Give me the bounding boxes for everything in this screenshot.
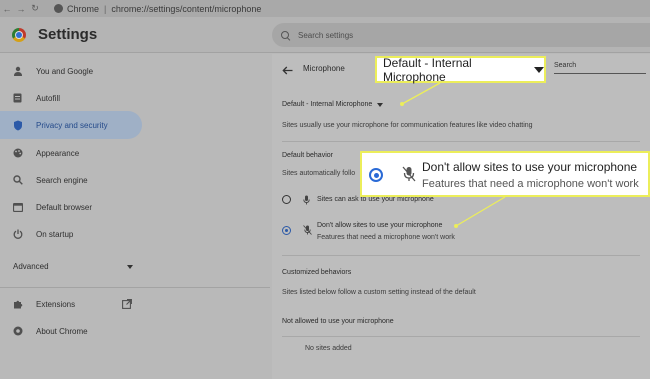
microphone-settings-card: Microphone Search Default - Internal Mic… — [272, 54, 650, 379]
microphone-off-icon — [303, 225, 312, 237]
back-arrow-icon[interactable]: ← — [0, 4, 14, 14]
usage-note: Sites usually use your microphone for co… — [282, 122, 533, 129]
back-arrow-icon[interactable] — [282, 62, 293, 80]
sidebar-item-extensions[interactable]: Extensions — [0, 290, 145, 318]
sidebar-item-about-chrome[interactable]: About Chrome — [0, 317, 142, 345]
callout-block-option: Don't allow sites to use your microphone… — [360, 151, 650, 197]
shield-icon — [12, 120, 23, 131]
sidebar-item-on-startup[interactable]: On startup — [0, 220, 142, 248]
callout-block-subtitle: Features that need a microphone won't wo… — [422, 178, 639, 190]
settings-header: Settings Search settings — [0, 17, 650, 53]
page-search-label[interactable]: Search — [554, 62, 576, 69]
microphone-page-title: Microphone — [303, 64, 345, 73]
sidebar-item-autofill[interactable]: Autofill — [0, 84, 142, 112]
allow-option-label: Sites can ask to use your microphone — [317, 196, 434, 203]
chrome-logo-icon — [12, 28, 26, 42]
divider — [282, 336, 640, 337]
search-icon — [281, 30, 290, 40]
default-behavior-heading: Default behavior — [282, 152, 333, 159]
sidebar-item-label: Appearance — [36, 148, 80, 158]
block-option-title: Don't allow sites to use your microphone — [317, 222, 443, 229]
sidebar-item-appearance[interactable]: Appearance — [0, 139, 142, 167]
url-path[interactable]: chrome://settings/content/microphone — [111, 4, 261, 14]
advanced-label: Advanced — [13, 262, 49, 271]
autofill-icon — [12, 93, 23, 104]
sidebar-item-label: You and Google — [36, 66, 94, 76]
search-placeholder: Search settings — [298, 30, 354, 40]
sidebar-item-label: On startup — [36, 229, 74, 239]
sidebar-item-privacy-and-security[interactable]: Privacy and security — [0, 111, 142, 139]
microphone-device-select[interactable]: Default - Internal Microphone — [282, 101, 384, 108]
divider — [282, 141, 640, 142]
no-sites-text: No sites added — [305, 345, 352, 352]
search-icon — [12, 175, 23, 186]
address-bar[interactable]: ← → ↻ Chrome | chrome://settings/content… — [0, 0, 650, 17]
palette-icon — [12, 148, 23, 159]
customized-note: Sites listed below follow a custom setti… — [282, 289, 476, 296]
puzzle-icon — [12, 299, 23, 310]
default-behavior-note: Sites automatically follo — [282, 170, 356, 177]
sidebar-item-label: Privacy and security — [36, 120, 108, 130]
url-separator: | — [104, 3, 107, 14]
not-allowed-heading: Not allowed to use your microphone — [282, 318, 394, 325]
sidebar-item-search-engine[interactable]: Search engine — [0, 166, 142, 194]
sidebar-item-label: Extensions — [36, 299, 76, 309]
page-title: Settings — [38, 26, 98, 43]
sidebar-item-label: Autofill — [36, 93, 61, 103]
callout-device-select-text: Default - Internal Microphone — [383, 55, 472, 84]
sidebar-item-label: Search engine — [36, 175, 88, 185]
search-settings-input[interactable]: Search settings — [272, 23, 650, 47]
reload-icon[interactable]: ↻ — [28, 3, 42, 14]
browser-icon — [12, 202, 23, 213]
sidebar: You and Google Autofill Privacy and secu… — [0, 54, 270, 379]
customized-heading: Customized behaviors — [282, 269, 352, 276]
callout-device-select: Default - Internal Microphone — [375, 55, 546, 84]
device-select-value: Default - Internal Microphone — [282, 101, 373, 108]
callout-block-title: Don't allow sites to use your microphone — [422, 160, 638, 174]
forward-arrow-icon[interactable]: → — [14, 4, 28, 14]
open-external-icon — [122, 299, 132, 311]
chevron-down-icon — [127, 265, 133, 269]
chevron-down-icon — [534, 66, 544, 73]
block-radio[interactable] — [282, 226, 291, 235]
radio-selected-icon — [369, 168, 383, 182]
chrome-icon — [12, 326, 23, 337]
sidebar-advanced-toggle[interactable]: Advanced — [13, 262, 133, 271]
sidebar-item-you-and-google[interactable]: You and Google — [0, 57, 142, 85]
sidebar-item-label: About Chrome — [36, 326, 88, 336]
block-option-subtitle: Features that need a microphone won't wo… — [317, 234, 455, 241]
url-site: Chrome — [67, 3, 100, 14]
allow-radio[interactable] — [282, 195, 291, 204]
sidebar-divider — [0, 287, 270, 288]
microphone-off-icon — [402, 166, 416, 182]
sidebar-item-default-browser[interactable]: Default browser — [0, 193, 142, 221]
chevron-down-icon — [377, 102, 384, 107]
sidebar-item-label: Default browser — [36, 202, 93, 212]
divider — [282, 255, 640, 256]
page-search-underline — [554, 73, 646, 74]
power-icon — [12, 229, 23, 240]
microphone-icon — [303, 195, 310, 207]
person-icon — [12, 66, 23, 77]
site-info-icon[interactable] — [54, 4, 63, 13]
